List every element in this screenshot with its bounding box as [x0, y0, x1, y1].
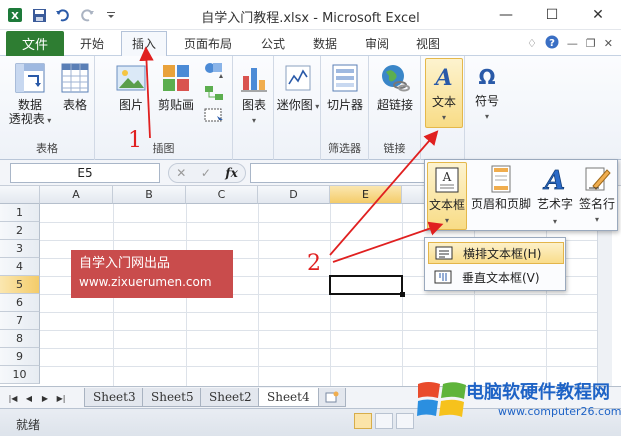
- brand-watermark: 电脑软硬件教程网 www.computer26.com: [416, 372, 621, 432]
- annotation-step-1: 1: [128, 128, 142, 153]
- annotation-arrows: [139, 46, 444, 263]
- arrow-to-text-button: [329, 130, 439, 256]
- arrow-to-textbox: [332, 221, 444, 263]
- brand-name: 电脑软硬件教程网: [466, 382, 610, 403]
- annotation-step-2: 2: [307, 251, 321, 276]
- arrow-to-insert-tab: [139, 46, 154, 139]
- windows-logo-icon: [417, 382, 466, 417]
- brand-url: www.computer26.com: [498, 405, 621, 418]
